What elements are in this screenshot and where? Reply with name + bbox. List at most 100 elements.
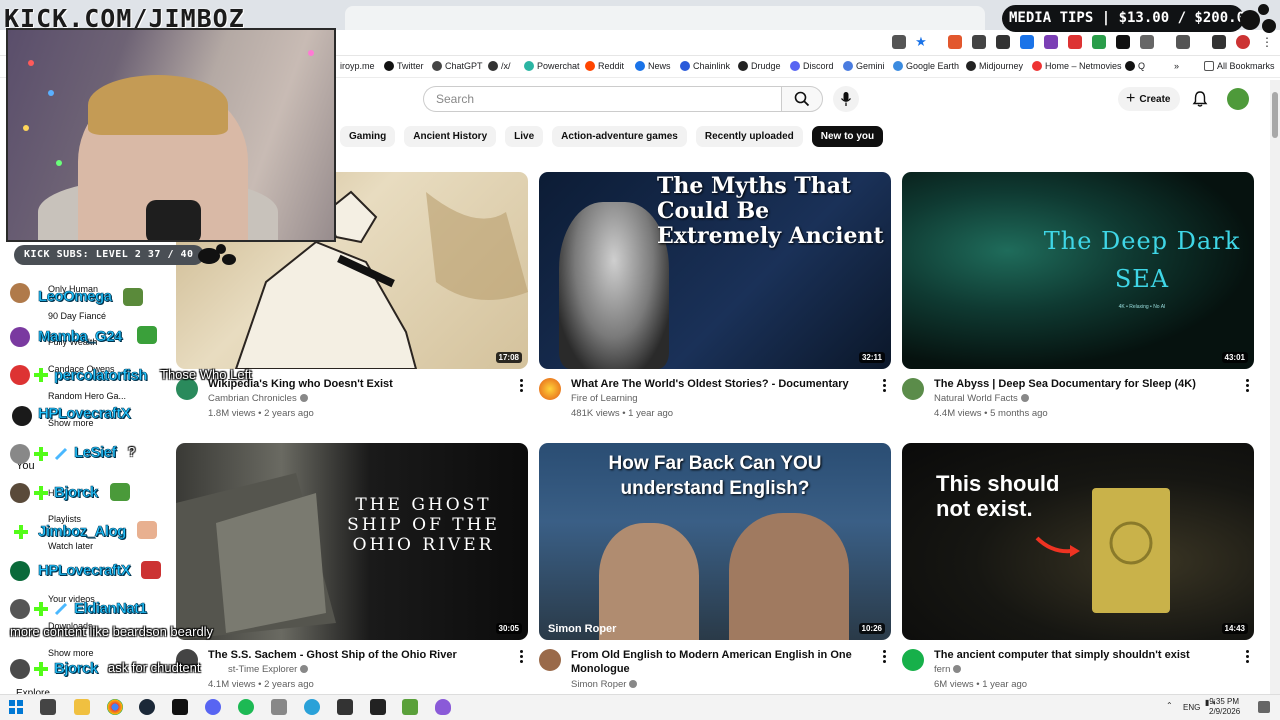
obs-icon[interactable] <box>337 699 353 715</box>
clock[interactable]: 9:35 PM 2/9/2026 <box>1209 697 1240 717</box>
bookmark-item[interactable]: Reddit <box>585 61 624 71</box>
chip-gaming[interactable]: Gaming <box>340 126 396 147</box>
bookmark-item[interactable]: News <box>635 61 671 71</box>
extension-icon[interactable] <box>1020 35 1034 49</box>
more-options-icon[interactable] <box>883 379 887 393</box>
video-duration: 14:43 <box>1221 623 1248 634</box>
minecraft-icon[interactable] <box>402 699 418 715</box>
chip-live[interactable]: Live <box>505 126 544 147</box>
app-icon[interactable] <box>271 699 287 715</box>
channel-name[interactable]: fern <box>934 663 962 677</box>
extension-icon[interactable] <box>1116 35 1130 49</box>
bookmark-item[interactable]: ChatGPT <box>432 61 483 71</box>
verified-icon <box>300 665 309 673</box>
bookmark-item[interactable]: Google Earth <box>893 61 959 71</box>
chip-new-to-you[interactable]: New to you <box>811 126 884 147</box>
bookmark-item[interactable]: Drudge <box>738 61 781 71</box>
discord-icon[interactable] <box>205 699 221 715</box>
chip-ancient-history[interactable]: Ancient History <box>404 126 497 147</box>
sidebar-subscription[interactable]: Random Hero Ga... <box>48 391 126 401</box>
chip-action-adventure[interactable]: Action-adventure games <box>552 126 687 147</box>
bookmark-item[interactable]: Midjourney <box>966 61 1023 71</box>
search-button[interactable] <box>781 86 823 112</box>
chrome-icon[interactable] <box>107 699 123 715</box>
sidebar-show-more[interactable]: Show more <box>48 648 94 658</box>
channel-name[interactable]: Simon Roper <box>571 678 638 692</box>
extension-icon[interactable] <box>996 35 1010 49</box>
video-title[interactable]: From Old English to Modern American Engl… <box>571 648 861 676</box>
video-thumbnail[interactable]: This should not exist. 14:43 <box>902 443 1254 640</box>
notifications-bell-icon[interactable] <box>1191 90 1209 108</box>
more-options-icon[interactable] <box>883 650 887 664</box>
video-thumbnail[interactable]: THE GHOST SHIP OF THE OHIO RIVER 30:05 <box>176 443 528 640</box>
steam-icon[interactable] <box>139 699 155 715</box>
bookmark-item[interactable]: Q <box>1125 61 1145 71</box>
channel-name[interactable]: st-Time Explorer <box>228 663 309 677</box>
bookmarks-overflow-icon[interactable]: » <box>1174 61 1179 71</box>
account-avatar[interactable] <box>1227 88 1249 110</box>
video-title[interactable]: What Are The World's Oldest Stories? - D… <box>571 377 871 391</box>
active-tab[interactable] <box>345 6 985 30</box>
windows-start-icon[interactable] <box>9 700 23 714</box>
channel-name[interactable]: Fire of Learning <box>571 392 638 406</box>
reading-list-icon[interactable] <box>1212 35 1226 49</box>
voice-search-button[interactable] <box>833 86 859 112</box>
notification-center-icon[interactable] <box>1258 701 1270 713</box>
powerchat-icon <box>524 61 534 71</box>
bookmark-item[interactable]: Twitter <box>384 61 424 71</box>
task-view-icon[interactable] <box>40 699 56 715</box>
sidebar-watch-later[interactable]: Watch later <box>48 541 93 551</box>
more-options-icon[interactable] <box>520 379 524 393</box>
video-title[interactable]: Wikipedia's King who Doesn't Exist <box>208 377 508 391</box>
bookmark-item[interactable]: iroyp.me <box>340 61 375 71</box>
video-thumbnail[interactable]: How Far Back Can YOU understand English?… <box>539 443 891 640</box>
channel-avatar[interactable] <box>902 649 924 671</box>
terminal-icon[interactable] <box>172 699 188 715</box>
browser-menu-icon[interactable]: ⋮ <box>1260 35 1274 49</box>
input-language[interactable]: ENG <box>1183 703 1200 712</box>
video-thumbnail[interactable]: The Myths That Could Be Extremely Ancien… <box>539 172 891 369</box>
extensions-puzzle-icon[interactable] <box>1140 35 1154 49</box>
bookmark-item[interactable]: Home – Netmovies <box>1032 61 1122 71</box>
extension-icon[interactable] <box>1092 35 1106 49</box>
bookmark-item[interactable]: Powerchat <box>524 61 580 71</box>
channel-name[interactable]: Natural World Facts <box>934 392 1029 406</box>
channel-avatar[interactable] <box>539 649 561 671</box>
cast-icon[interactable] <box>892 35 906 49</box>
more-options-icon[interactable] <box>1246 650 1250 664</box>
page-scrollbar[interactable] <box>1270 80 1280 694</box>
extension-icon[interactable] <box>1068 35 1082 49</box>
bookmark-item[interactable]: Chainlink <box>680 61 730 71</box>
chip-recently-uploaded[interactable]: Recently uploaded <box>695 126 803 147</box>
tray-chevron-icon[interactable]: ⌃ <box>1166 701 1173 710</box>
bookmark-star-icon[interactable]: ★ <box>914 35 928 49</box>
bookmark-item[interactable]: Gemini <box>843 61 885 71</box>
channel-avatar[interactable] <box>539 378 561 400</box>
all-bookmarks[interactable]: All Bookmarks <box>1204 61 1275 71</box>
more-options-icon[interactable] <box>1246 379 1250 393</box>
extension-icon[interactable] <box>1044 35 1058 49</box>
capcut-icon[interactable] <box>370 699 386 715</box>
search-input[interactable]: Search <box>423 86 781 112</box>
profile-avatar-icon[interactable] <box>1236 35 1250 49</box>
more-options-icon[interactable] <box>520 650 524 664</box>
channel-avatar[interactable] <box>902 378 924 400</box>
video-title[interactable]: The Abyss | Deep Sea Documentary for Sle… <box>934 377 1234 391</box>
create-button[interactable]: + Create <box>1118 87 1181 111</box>
video-thumbnail[interactable]: The Deep Dark SEA 4K • Relaxing • No AI … <box>902 172 1254 369</box>
scrollbar-thumb[interactable] <box>1272 92 1278 138</box>
extension-icon[interactable] <box>948 35 962 49</box>
spotify-icon[interactable] <box>238 699 254 715</box>
tab-search-icon[interactable] <box>1176 35 1190 49</box>
extension-icon[interactable] <box>972 35 986 49</box>
bookmark-item[interactable]: /x/ <box>488 61 511 71</box>
file-explorer-icon[interactable] <box>74 699 90 715</box>
sidebar-subscription[interactable]: 90 Day Fiancé <box>48 311 106 321</box>
bookmark-item[interactable]: Discord <box>790 61 834 71</box>
chat-username: HPLovecraftX <box>38 562 131 580</box>
video-title[interactable]: The S.S. Sachem - Ghost Ship of the Ohio… <box>208 648 508 662</box>
telegram-icon[interactable] <box>304 699 320 715</box>
channel-name[interactable]: Cambrian Chronicles <box>208 392 308 406</box>
video-title[interactable]: The ancient computer that simply shouldn… <box>934 648 1234 662</box>
app-icon[interactable] <box>435 699 451 715</box>
